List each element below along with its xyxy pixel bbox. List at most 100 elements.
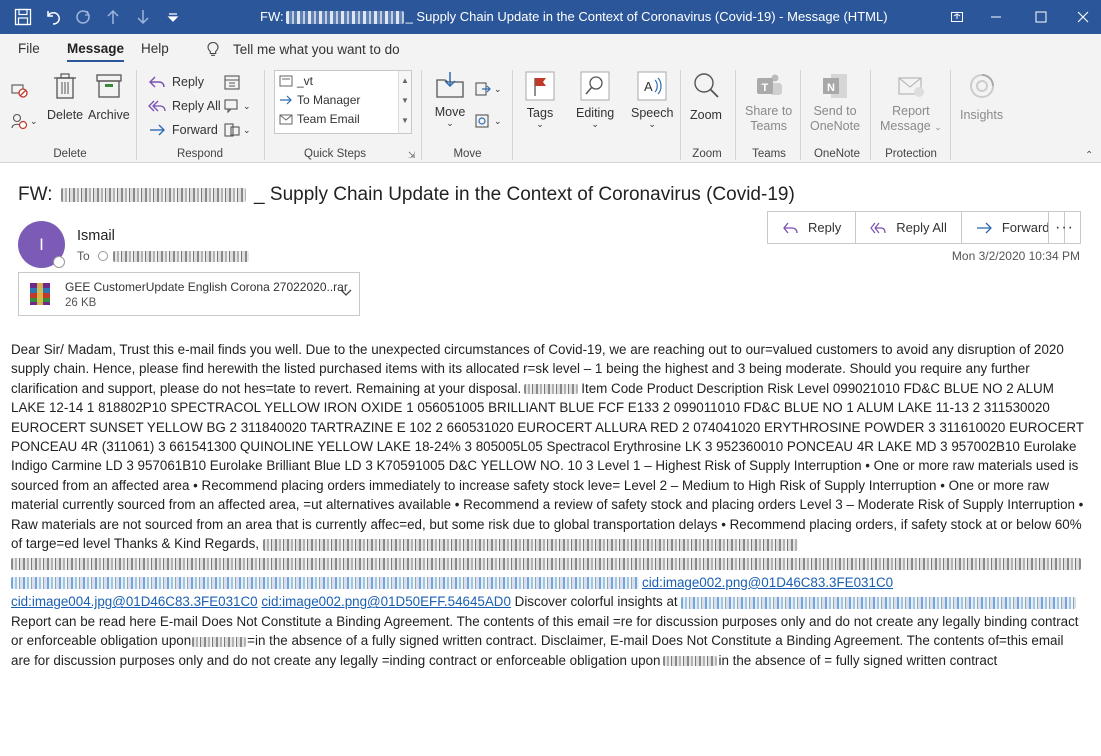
attachment-size: 26 KB bbox=[65, 297, 97, 309]
group-label-respond: Respond bbox=[176, 148, 224, 160]
reply-all-action-label: Reply All bbox=[896, 220, 947, 235]
reply-all-action-button[interactable]: Reply All bbox=[856, 212, 962, 243]
move-folder-icon bbox=[436, 72, 464, 98]
forward-icon bbox=[976, 222, 992, 233]
quick-steps-launcher-icon[interactable]: ⇲ bbox=[408, 150, 416, 161]
redo-icon[interactable] bbox=[70, 4, 96, 30]
move-chevron-icon: ⌄ bbox=[446, 118, 454, 128]
share-to-teams-label-1: Share to bbox=[745, 104, 793, 118]
quick-step-vt[interactable]: _vt bbox=[279, 74, 313, 88]
cleanup-button[interactable]: ⌄ bbox=[10, 112, 38, 130]
ignore-button[interactable] bbox=[10, 80, 34, 98]
tell-me-box[interactable]: Tell me what you want to do bbox=[205, 41, 400, 57]
send-to-onenote-label-1: Send to bbox=[813, 104, 857, 118]
cleanup-chevron-icon: ⌄ bbox=[30, 115, 38, 126]
archive-icon bbox=[96, 74, 122, 98]
more-respond-button[interactable]: ⌄ bbox=[223, 121, 251, 139]
reply-action-button[interactable]: Reply bbox=[768, 212, 857, 243]
rules-icon bbox=[475, 82, 491, 96]
redacted-signature bbox=[11, 577, 639, 590]
message-action-bar: Reply Reply All Forward bbox=[767, 211, 1065, 244]
inline-image-link[interactable]: cid:image002.png@01D46C83.3FE031C0 bbox=[642, 575, 893, 590]
archive-label: Archive bbox=[88, 108, 130, 122]
redacted-recipient[interactable] bbox=[112, 250, 249, 262]
message-date: Mon 3/2/2020 10:34 PM bbox=[951, 249, 1080, 263]
redacted-link[interactable] bbox=[681, 596, 1077, 609]
chevron-down-icon[interactable] bbox=[339, 285, 353, 299]
zoom-button[interactable]: Zoom bbox=[690, 70, 722, 122]
quick-step-team-email[interactable]: Team Email bbox=[279, 112, 360, 126]
minimize-icon[interactable] bbox=[973, 0, 1019, 34]
more-respond-chevron-icon: ⌄ bbox=[243, 124, 251, 135]
speech-button[interactable]: A Speech ⌄ bbox=[631, 70, 673, 129]
collapse-ribbon-icon[interactable]: ⌃ bbox=[1085, 150, 1093, 161]
ribbon-separator bbox=[421, 70, 422, 160]
forward-button[interactable]: Forward bbox=[148, 121, 218, 139]
quick-steps-scrollbar[interactable]: ▲ ▼ ▼ bbox=[398, 71, 411, 133]
close-icon[interactable] bbox=[1060, 0, 1101, 34]
meeting-button[interactable] bbox=[223, 73, 247, 91]
zoom-icon bbox=[694, 73, 719, 98]
redacted-sender-name bbox=[285, 11, 404, 25]
tags-chevron-icon: ⌄ bbox=[536, 119, 544, 129]
archive-button[interactable]: Archive bbox=[88, 70, 130, 122]
move-label: Move bbox=[434, 105, 466, 119]
report-message-icon bbox=[898, 77, 924, 97]
previous-item-icon[interactable] bbox=[100, 4, 126, 30]
undo-icon[interactable] bbox=[40, 4, 66, 30]
team-email-icon bbox=[279, 114, 293, 125]
delete-button[interactable]: Delete bbox=[47, 70, 83, 122]
group-label-zoom: Zoom bbox=[692, 148, 722, 160]
move-button[interactable]: Move ⌄ bbox=[434, 70, 466, 128]
quick-step-to-manager[interactable]: To Manager bbox=[279, 93, 360, 107]
actions-button[interactable]: ⌄ bbox=[474, 112, 502, 130]
group-label-teams: Teams bbox=[752, 148, 786, 160]
calendar-icon bbox=[224, 75, 240, 90]
editing-button[interactable]: Editing ⌄ bbox=[576, 70, 614, 129]
speech-chevron-icon: ⌄ bbox=[648, 119, 656, 129]
rules-button[interactable]: ⌄ bbox=[474, 80, 502, 98]
scroll-up-icon[interactable]: ▲ bbox=[399, 71, 411, 91]
inline-image-link[interactable]: cid:image004.jpg@01D46C83.3FE031C0 bbox=[11, 594, 258, 609]
forward-icon bbox=[150, 124, 165, 136]
save-icon[interactable] bbox=[10, 4, 36, 30]
report-message-button[interactable]: Report Message ⌄ bbox=[880, 70, 942, 135]
report-message-label-2: Message bbox=[880, 119, 931, 133]
insights-button[interactable]: Insights bbox=[960, 70, 1003, 122]
title-bar: FW: _ Supply Chain Update in the Context … bbox=[0, 0, 1101, 34]
zoom-label: Zoom bbox=[690, 108, 722, 122]
reply-button[interactable]: Reply bbox=[148, 73, 204, 91]
rar-archive-icon bbox=[30, 283, 50, 305]
ignore-icon bbox=[11, 84, 28, 98]
customize-toolbar-icon[interactable] bbox=[160, 4, 186, 30]
next-item-icon[interactable] bbox=[130, 4, 156, 30]
read-aloud-icon: A bbox=[637, 71, 667, 101]
tab-file[interactable]: File bbox=[18, 41, 40, 56]
tab-help[interactable]: Help bbox=[141, 41, 169, 56]
title-prefix: FW: bbox=[260, 9, 284, 24]
reading-pane: FW: _ Supply Chain Update in the Context… bbox=[0, 163, 1101, 756]
send-to-onenote-button[interactable]: N Send to OneNote bbox=[810, 70, 860, 134]
more-actions-icon: ··· bbox=[1055, 218, 1074, 236]
lightbulb-icon bbox=[207, 41, 219, 56]
sender-name[interactable]: Ismail bbox=[77, 228, 115, 244]
reply-action-label: Reply bbox=[808, 220, 842, 235]
insights-icon bbox=[969, 74, 994, 98]
maximize-icon[interactable] bbox=[1018, 0, 1064, 34]
reply-all-button[interactable]: Reply All bbox=[148, 97, 221, 115]
share-to-teams-button[interactable]: T Share to Teams bbox=[745, 70, 792, 134]
tags-button[interactable]: Tags ⌄ bbox=[524, 70, 556, 129]
send-to-onenote-label-2: OneNote bbox=[810, 119, 861, 133]
avatar-initial: I bbox=[39, 234, 44, 254]
expand-gallery-icon[interactable]: ▼ bbox=[399, 111, 411, 131]
attachment-card[interactable]: GEE CustomerUpdate English Corona 270220… bbox=[18, 272, 360, 316]
inline-image-link[interactable]: cid:image002.png@01D50EFF.54645AD0 bbox=[261, 594, 511, 609]
ribbon-separator bbox=[512, 70, 513, 160]
im-button[interactable]: ⌄ bbox=[223, 97, 251, 115]
scroll-down-icon[interactable]: ▼ bbox=[399, 91, 411, 111]
redacted-subject-name bbox=[60, 187, 246, 202]
ribbon: ⌄ Delete Archive Delete Reply Reply All … bbox=[0, 66, 1101, 163]
tab-message[interactable]: Message bbox=[67, 41, 125, 62]
more-actions-button[interactable]: ··· bbox=[1048, 211, 1081, 244]
quick-steps-gallery: _vt To Manager Team Email ▲ ▼ ▼ bbox=[274, 70, 412, 134]
